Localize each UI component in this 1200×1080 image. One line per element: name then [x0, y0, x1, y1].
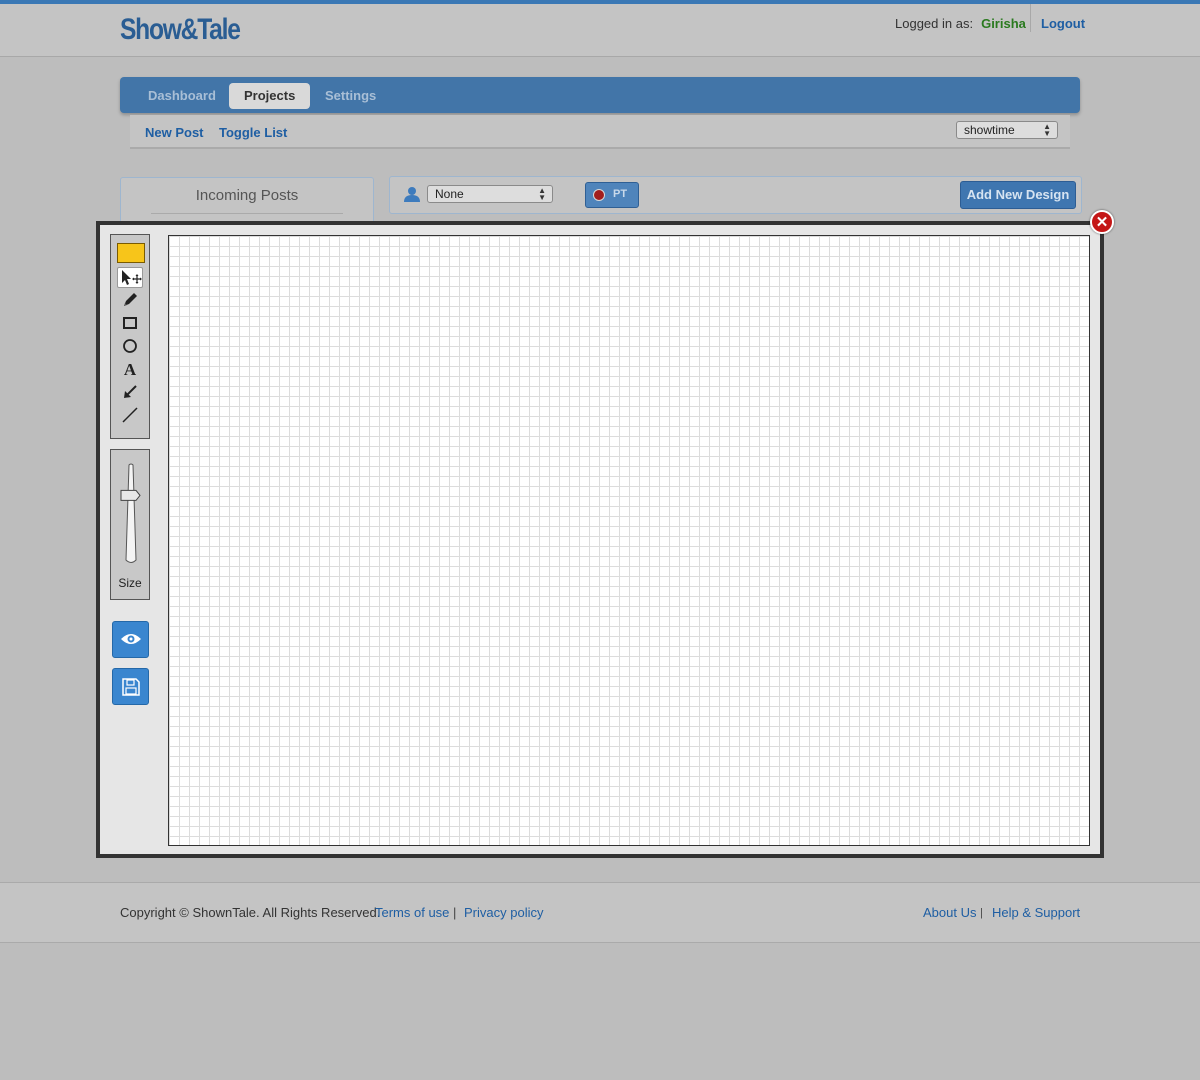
- size-slider[interactable]: [118, 462, 144, 566]
- logo[interactable]: Show&Tale: [120, 13, 241, 47]
- assignee-select-value: None: [435, 187, 464, 201]
- size-panel: Size: [110, 449, 150, 600]
- about-link[interactable]: About Us: [923, 905, 976, 920]
- logged-in-label: Logged in as:: [895, 16, 974, 31]
- preview-button[interactable]: [112, 621, 149, 658]
- rectangle-icon[interactable]: [117, 313, 143, 334]
- pencil-icon[interactable]: [117, 290, 143, 311]
- pt-label: PT: [613, 188, 628, 200]
- tab-settings[interactable]: Settings: [310, 83, 391, 109]
- arrow-icon[interactable]: [117, 382, 143, 403]
- size-label: Size: [118, 576, 142, 590]
- footer-separator: |: [453, 905, 457, 920]
- design-editor-modal: A Size: [96, 221, 1104, 858]
- username[interactable]: Girisha: [981, 16, 1026, 31]
- pt-toggle-button[interactable]: PT: [585, 182, 639, 208]
- footer: Copyright © ShownTale. All Rights Reserv…: [0, 882, 1200, 943]
- copyright: Copyright © ShownTale. All Rights Reserv…: [120, 905, 381, 920]
- save-button[interactable]: [112, 668, 149, 705]
- project-select[interactable]: showtime ▲ ▼: [956, 121, 1058, 139]
- tab-projects[interactable]: Projects: [229, 83, 311, 109]
- login-info: Logged in as: Girisha: [895, 16, 1026, 31]
- logout-link[interactable]: Logout: [1041, 16, 1085, 31]
- new-post-link[interactable]: New Post: [145, 125, 204, 140]
- line-icon[interactable]: [117, 405, 143, 426]
- incoming-posts-title: Incoming Posts: [195, 187, 299, 204]
- circle-icon[interactable]: [117, 336, 143, 357]
- header: Show&Tale Logged in as: Girisha Logout: [0, 4, 1200, 57]
- main-nav: Dashboard Projects Settings: [120, 77, 1080, 113]
- text-icon[interactable]: A: [117, 359, 143, 380]
- project-select-value: showtime: [964, 123, 1015, 137]
- eye-icon: [121, 634, 141, 644]
- tab-dashboard[interactable]: Dashboard: [133, 83, 231, 109]
- user-icon: [404, 187, 420, 202]
- privacy-link[interactable]: Privacy policy: [464, 905, 543, 920]
- tool-palette: A: [110, 234, 150, 439]
- header-divider: [1030, 4, 1031, 32]
- floppy-disk-icon: [122, 678, 140, 696]
- assignee-select[interactable]: None ▲ ▼: [427, 185, 553, 203]
- select-arrows-icon: ▲ ▼: [538, 186, 546, 202]
- footer-separator: |: [980, 907, 983, 919]
- design-toolbar: None ▲ ▼ PT Add New Design: [389, 176, 1082, 214]
- color-swatch[interactable]: [117, 243, 145, 263]
- terms-link[interactable]: Terms of use: [375, 905, 449, 920]
- select-arrows-icon: ▲ ▼: [1043, 122, 1051, 138]
- drawing-canvas[interactable]: [168, 235, 1090, 846]
- incoming-posts-panel: Incoming Posts: [120, 177, 374, 222]
- slider-handle[interactable]: [120, 489, 141, 501]
- help-link[interactable]: Help & Support: [992, 905, 1080, 920]
- sub-nav: New Post Toggle List showtime ▲ ▼: [130, 115, 1070, 149]
- close-icon[interactable]: ✕: [1090, 210, 1114, 234]
- toggle-list-link[interactable]: Toggle List: [219, 125, 287, 140]
- record-dot-icon: [593, 189, 605, 201]
- add-new-design-button[interactable]: Add New Design: [960, 181, 1076, 209]
- incoming-divider: [151, 213, 343, 214]
- pointer-move-icon[interactable]: [117, 267, 143, 288]
